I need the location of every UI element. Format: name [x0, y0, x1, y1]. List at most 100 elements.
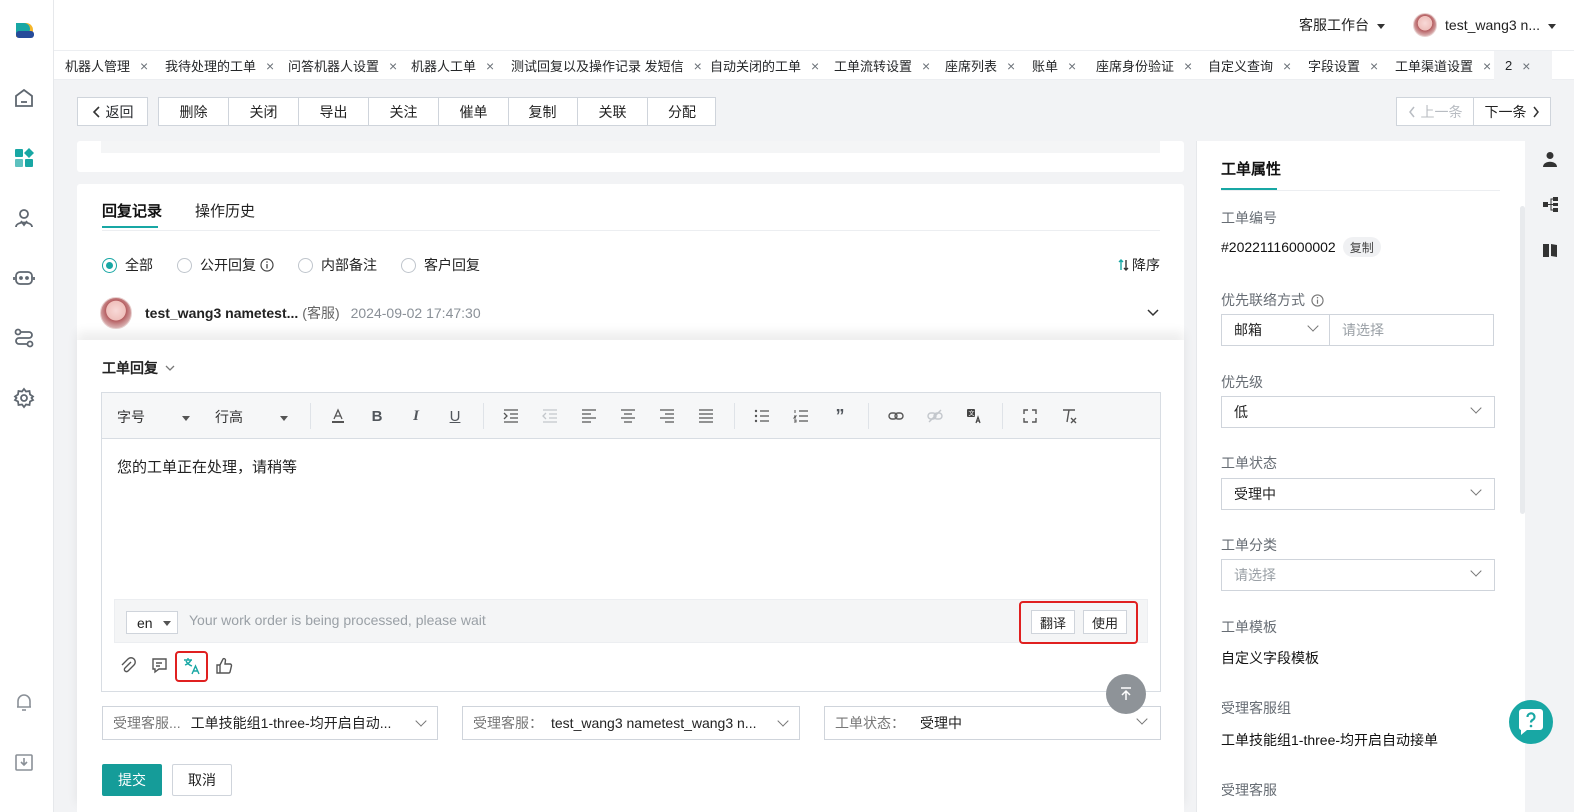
tab-item[interactable]: 我待处理的工单 × — [154, 51, 274, 80]
back-to-top-button[interactable] — [1106, 674, 1146, 714]
follow-button[interactable]: 关注 — [369, 98, 439, 125]
info-icon[interactable] — [260, 258, 274, 272]
user-icon[interactable] — [12, 206, 36, 230]
filter-all[interactable]: 全部 — [102, 255, 153, 275]
dashboard-icon[interactable] — [12, 146, 36, 170]
filter-public-reply[interactable]: 公开回复 — [177, 255, 274, 275]
close-icon[interactable]: × — [811, 59, 819, 73]
help-button[interactable] — [1509, 700, 1553, 744]
copy-button[interactable]: 复制 — [508, 98, 578, 125]
download-icon[interactable] — [12, 750, 36, 774]
reply-type-dropdown[interactable]: 工单回复 — [102, 358, 175, 378]
app-logo-icon[interactable] — [6, 11, 42, 47]
tab-item[interactable]: 座席身份验证 × — [1085, 51, 1192, 80]
clear-format-icon[interactable] — [1060, 407, 1078, 425]
status-select[interactable]: 受理中 — [1221, 478, 1495, 510]
tree-icon[interactable] — [1543, 197, 1558, 212]
italic-icon[interactable]: I — [407, 407, 425, 425]
contact-value-select[interactable]: 请选择 — [1329, 314, 1494, 346]
robot-icon[interactable] — [12, 266, 36, 290]
ticket-status-select[interactable]: 工单状态： 受理中 — [824, 706, 1161, 740]
translate-button[interactable]: 翻译 — [1031, 610, 1075, 634]
chevron-down-icon[interactable] — [1147, 309, 1159, 317]
tab-item[interactable]: 工单流转设置 × — [823, 51, 930, 80]
previous-button[interactable]: 上一条 — [1397, 98, 1474, 125]
close-icon[interactable]: × — [1283, 59, 1291, 73]
tab-reply-records[interactable]: 回复记录 — [102, 200, 162, 221]
quick-reply-icon[interactable] — [151, 657, 171, 677]
workspace-dropdown[interactable]: 客服工作台 — [1299, 15, 1386, 35]
translate-toolbar-icon[interactable]: 文 — [965, 407, 983, 425]
tab-item[interactable]: 字段设置 × — [1297, 51, 1378, 80]
language-select[interactable]: en — [126, 611, 178, 634]
indent-icon[interactable] — [502, 407, 520, 425]
bullet-list-icon[interactable] — [753, 407, 771, 425]
link-button[interactable]: 关联 — [578, 98, 648, 125]
filter-customer-reply[interactable]: 客户回复 — [401, 255, 480, 275]
close-icon[interactable]: × — [922, 59, 930, 73]
close-icon[interactable]: × — [486, 59, 494, 73]
priority-select[interactable]: 低 — [1221, 396, 1495, 428]
info-icon[interactable] — [1311, 293, 1324, 307]
cancel-button[interactable]: 取消 — [172, 764, 232, 796]
font-size-select[interactable]: 字号 — [117, 407, 190, 427]
tab-item[interactable]: 账单 × — [1021, 51, 1076, 80]
sort-toggle[interactable]: 降序 — [1118, 255, 1160, 275]
close-icon[interactable]: × — [1184, 59, 1192, 73]
font-color-icon[interactable] — [329, 407, 347, 425]
outdent-icon[interactable] — [541, 407, 559, 425]
tab-item[interactable]: 测试回复以及操作记录 发短信 × — [500, 51, 702, 80]
home-icon[interactable] — [12, 86, 36, 110]
filter-internal-note[interactable]: 内部备注 — [298, 255, 377, 275]
agent-group-select[interactable]: 受理客服... 工单技能组1-three-均开启自动... — [102, 706, 438, 740]
quote-icon[interactable]: ” — [831, 406, 849, 426]
close-icon[interactable]: × — [266, 59, 274, 73]
close-icon[interactable]: × — [1068, 59, 1076, 73]
close-icon[interactable]: × — [140, 59, 148, 73]
close-ticket-button[interactable]: 关闭 — [229, 98, 299, 125]
justify-icon[interactable] — [697, 407, 715, 425]
tab-item[interactable]: 问答机器人设置 × — [277, 51, 397, 80]
close-icon[interactable]: × — [389, 59, 397, 73]
bell-icon[interactable] — [12, 690, 36, 714]
use-translation-button[interactable]: 使用 — [1083, 610, 1127, 634]
urge-button[interactable]: 催单 — [439, 98, 509, 125]
line-height-select[interactable]: 行高 — [215, 407, 288, 427]
tab-item[interactable]: 自定义查询 × — [1197, 51, 1291, 80]
settings-icon[interactable] — [12, 386, 36, 410]
export-button[interactable]: 导出 — [299, 98, 369, 125]
editor-content[interactable]: 您的工单正在处理，请稍等 — [117, 456, 297, 477]
delete-button[interactable]: 删除 — [159, 98, 229, 125]
flow-icon[interactable] — [12, 326, 36, 350]
category-select[interactable]: 请选择 — [1221, 559, 1495, 591]
attachment-icon[interactable] — [119, 657, 139, 677]
customer-icon[interactable] — [1543, 151, 1557, 167]
align-right-icon[interactable] — [658, 407, 676, 425]
contact-method-select[interactable]: 邮箱 — [1221, 314, 1330, 346]
link-icon[interactable] — [887, 407, 905, 425]
unlink-icon[interactable] — [926, 407, 944, 425]
translate-icon[interactable] — [183, 657, 203, 677]
close-icon[interactable]: × — [1483, 59, 1491, 73]
close-icon[interactable]: × — [1007, 59, 1015, 73]
bold-icon[interactable]: B — [368, 407, 386, 425]
numbered-list-icon[interactable] — [792, 407, 810, 425]
align-left-icon[interactable] — [580, 407, 598, 425]
user-menu[interactable]: test_wang3 n... — [1413, 13, 1556, 37]
next-button[interactable]: 下一条 — [1474, 98, 1550, 125]
record-item[interactable]: test_wang3 nametest... (客服) 2024-09-02 1… — [100, 296, 1159, 330]
tab-operation-history[interactable]: 操作历史 — [195, 200, 255, 221]
tab-item[interactable]: 座席列表 × — [934, 51, 1015, 80]
thumbs-up-icon[interactable] — [215, 657, 235, 677]
tab-item-active[interactable]: 2 × — [1494, 51, 1552, 80]
close-icon[interactable]: × — [1370, 59, 1378, 73]
translation-text[interactable]: Your work order is being processed, plea… — [189, 612, 486, 628]
fullscreen-icon[interactable] — [1021, 407, 1039, 425]
tab-item[interactable]: 机器人工单 × — [400, 51, 494, 80]
underline-icon[interactable]: U — [446, 407, 464, 425]
agent-select[interactable]: 受理客服： test_wang3 nametest_wang3 n... — [462, 706, 800, 740]
tab-item[interactable]: 机器人管理 × — [54, 51, 148, 80]
assign-button[interactable]: 分配 — [647, 98, 717, 125]
submit-button[interactable]: 提交 — [102, 764, 162, 796]
tab-item[interactable]: 工单渠道设置 × — [1384, 51, 1491, 80]
